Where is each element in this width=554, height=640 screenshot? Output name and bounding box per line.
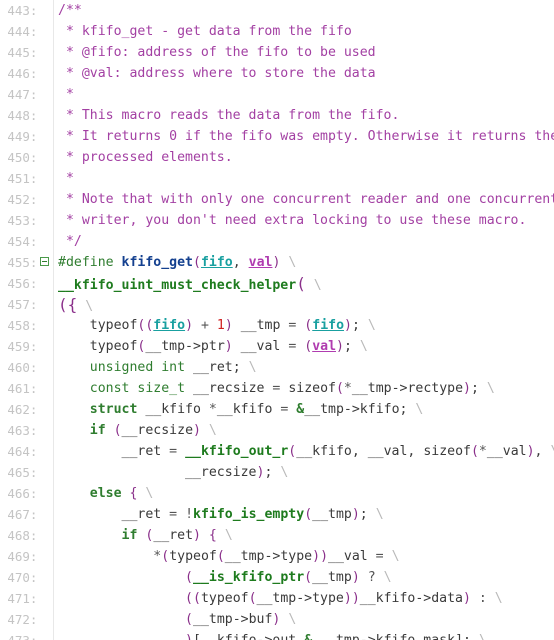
code-lines-container[interactable]: 443: /** 444: * kfifo_get - get data fro… xyxy=(0,0,554,640)
line-number: 464: xyxy=(7,444,45,459)
line-content: __kfifo_uint_must_check_helper( \ xyxy=(58,274,322,293)
line-content: typeof((fifo) + 1) __tmp = (fifo); \ xyxy=(58,318,376,333)
line-content: * writer, you don't need extra locking t… xyxy=(58,213,527,228)
line-content: __ret = !kfifo_is_empty(__tmp); \ xyxy=(58,507,384,522)
code-line[interactable]: 459: typeof(__tmp->ptr) __val = (val); \ xyxy=(0,336,554,357)
line-content: * This macro reads the data from the fif… xyxy=(58,108,400,123)
code-line[interactable]: 457: ({ \ xyxy=(0,294,554,315)
line-content: * processed elements. xyxy=(58,150,233,165)
line-number: 454: xyxy=(7,234,45,249)
line-content: * xyxy=(58,171,74,186)
code-line[interactable]: 466: else { \ xyxy=(0,483,554,504)
code-line[interactable]: 445: * @fifo: address of the fifo to be … xyxy=(0,42,554,63)
code-fold-toggle-icon[interactable] xyxy=(40,257,49,266)
line-number: 467: xyxy=(7,507,45,522)
line-number: 451: xyxy=(7,171,45,186)
line-content: (__tmp->buf) \ xyxy=(185,612,297,627)
line-content: /** xyxy=(58,3,82,18)
line-number: 461: xyxy=(7,381,45,396)
code-line[interactable]: 468: if (__ret) { \ xyxy=(0,525,554,546)
code-line[interactable]: 461: const size_t __recsize = sizeof(*__… xyxy=(0,378,554,399)
line-number: 465: xyxy=(7,465,45,480)
line-content: else { \ xyxy=(58,486,154,501)
code-line[interactable]: 462: struct __kfifo *__kfifo = &__tmp->k… xyxy=(0,399,554,420)
line-content: __ret = __kfifo_out_r(__kfifo, __val, si… xyxy=(58,444,554,459)
line-content: ({ \ xyxy=(58,295,94,314)
line-content: */ xyxy=(58,234,82,249)
line-content: * @fifo: address of the fifo to be used xyxy=(58,45,376,60)
code-line[interactable]: 447: * xyxy=(0,84,554,105)
line-number: 450: xyxy=(7,150,45,165)
line-content: if (__recsize) \ xyxy=(58,423,217,438)
code-line[interactable]: 472: (__tmp->buf) \ xyxy=(0,609,554,630)
code-line[interactable]: 464: __ret = __kfifo_out_r(__kfifo, __va… xyxy=(0,441,554,462)
code-line[interactable]: 443: /** xyxy=(0,0,554,21)
line-content: )[__kfifo->out & __tmp->kfifo.mask]; \ xyxy=(58,630,487,640)
line-number: 456: xyxy=(7,276,45,291)
line-content: typeof(__tmp->ptr) __val = (val); \ xyxy=(58,339,368,354)
line-number: 446: xyxy=(7,66,45,81)
line-number: 472: xyxy=(7,612,45,627)
line-number: 444: xyxy=(7,24,45,39)
line-number: 452: xyxy=(7,192,45,207)
line-content: * @val: address where to store the data xyxy=(58,66,376,81)
line-content: struct __kfifo *__kfifo = &__tmp->kfifo;… xyxy=(58,402,424,417)
line-content: unsigned int __ret; \ xyxy=(58,360,257,375)
code-line[interactable]: 471: ((typeof(__tmp->type))__kfifo->data… xyxy=(0,588,554,609)
code-line[interactable]: 473: )[__kfifo->out & __tmp->kfifo.mask]… xyxy=(0,630,554,640)
code-line[interactable]: 469: *(typeof(__tmp->type))__val = \ xyxy=(0,546,554,567)
line-number: 471: xyxy=(7,591,45,606)
line-number: 443: xyxy=(7,3,45,18)
code-line[interactable]: 456: __kfifo_uint_must_check_helper( \ xyxy=(0,273,554,294)
line-content: * xyxy=(58,87,74,102)
line-number: 459: xyxy=(7,339,45,354)
line-number: 469: xyxy=(7,549,45,564)
line-number: 460: xyxy=(7,360,45,375)
code-line[interactable]: 448: * This macro reads the data from th… xyxy=(0,105,554,126)
line-content: *(typeof(__tmp->type))__val = \ xyxy=(153,549,400,564)
line-number: 445: xyxy=(7,45,45,60)
line-number: 449: xyxy=(7,129,45,144)
code-line[interactable]: 449: * It returns 0 if the fifo was empt… xyxy=(0,126,554,147)
line-content: ((typeof(__tmp->type))__kfifo->data) : \ xyxy=(185,591,503,606)
code-line[interactable]: 460: unsigned int __ret; \ xyxy=(0,357,554,378)
code-line[interactable]: 465: __recsize); \ xyxy=(0,462,554,483)
line-number: 453: xyxy=(7,213,45,228)
code-line[interactable]: 444: * kfifo_get - get data from the fif… xyxy=(0,21,554,42)
line-number: 473: xyxy=(0,630,45,640)
code-editor-view[interactable]: 443: /** 444: * kfifo_get - get data fro… xyxy=(0,0,554,640)
line-content: * kfifo_get - get data from the fifo xyxy=(58,24,352,39)
line-number: 457: xyxy=(7,297,45,312)
line-number: 468: xyxy=(7,528,45,543)
line-number: 462: xyxy=(7,402,45,417)
gutter-divider xyxy=(53,0,54,640)
line-content: const size_t __recsize = sizeof(*__tmp->… xyxy=(58,381,495,396)
line-content: * Note that with only one concurrent rea… xyxy=(58,192,554,207)
line-number: 455: xyxy=(7,255,45,270)
code-line[interactable]: 453: * writer, you don't need extra lock… xyxy=(0,210,554,231)
code-line[interactable]: 454: */ xyxy=(0,231,554,252)
line-content: __recsize); \ xyxy=(58,465,289,480)
code-line[interactable]: 458: typeof((fifo) + 1) __tmp = (fifo); … xyxy=(0,315,554,336)
line-number: 463: xyxy=(7,423,45,438)
line-content: (__is_kfifo_ptr(__tmp) ? \ xyxy=(185,570,392,585)
line-content: * It returns 0 if the fifo was empty. Ot… xyxy=(65,129,554,144)
code-line[interactable]: 446: * @val: address where to store the … xyxy=(0,63,554,84)
code-line[interactable]: 455: #define kfifo_get(fifo, val) \ xyxy=(0,252,554,273)
line-number: 458: xyxy=(7,318,45,333)
code-line[interactable]: 450: * processed elements. xyxy=(0,147,554,168)
line-content: #define kfifo_get(fifo, val) \ xyxy=(58,255,297,270)
line-number: 466: xyxy=(7,486,45,501)
code-line[interactable]: 451: * xyxy=(0,168,554,189)
line-number: 448: xyxy=(7,108,45,123)
line-content: if (__ret) { \ xyxy=(58,528,233,543)
code-line[interactable]: 463: if (__recsize) \ xyxy=(0,420,554,441)
line-number: 447: xyxy=(7,87,45,102)
code-line[interactable]: 467: __ret = !kfifo_is_empty(__tmp); \ xyxy=(0,504,554,525)
code-line[interactable]: 470: (__is_kfifo_ptr(__tmp) ? \ xyxy=(0,567,554,588)
line-number: 470: xyxy=(7,570,45,585)
code-line[interactable]: 452: * Note that with only one concurren… xyxy=(0,189,554,210)
